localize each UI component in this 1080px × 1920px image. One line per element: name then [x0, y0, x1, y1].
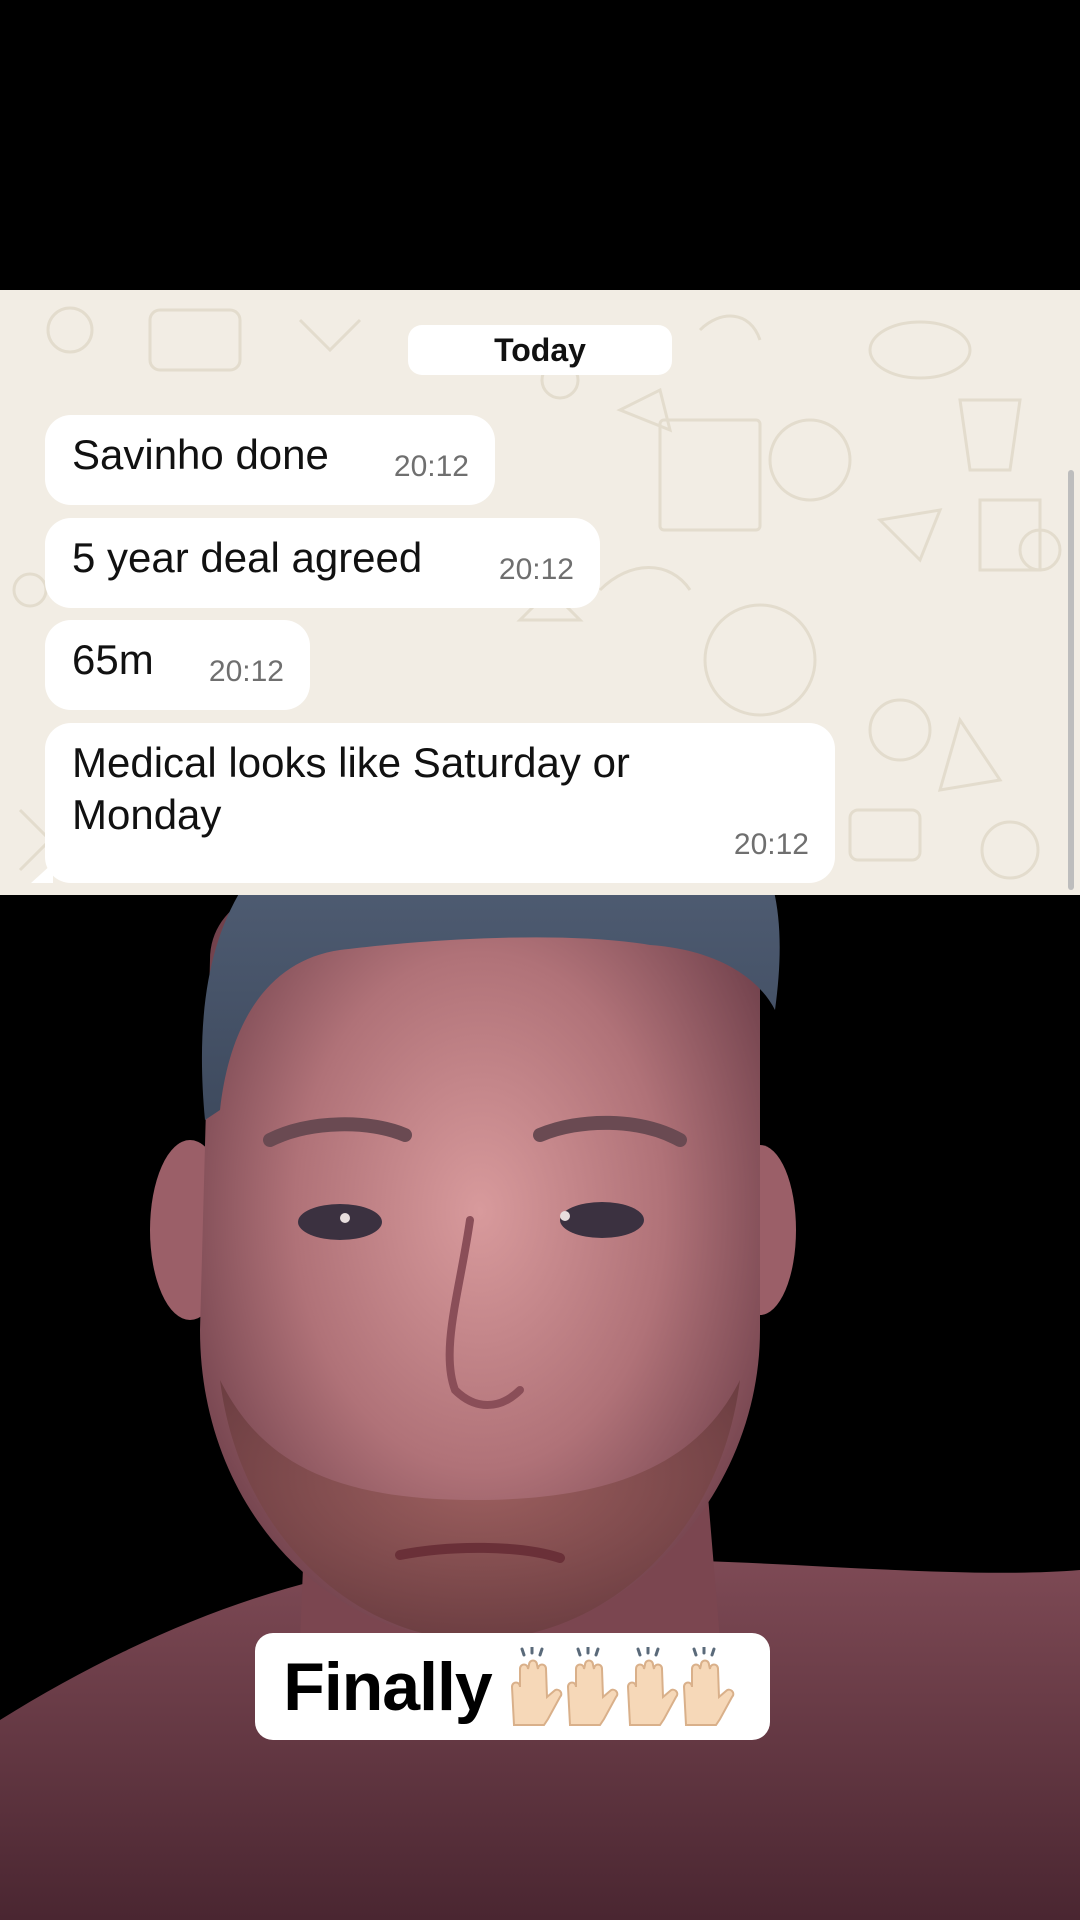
message-text: 65m [72, 636, 154, 683]
webcam-video [0, 778, 1080, 1920]
message-text: 5 year deal agreed [72, 534, 423, 581]
message-text-line-2: Monday [72, 791, 222, 838]
message-bubble[interactable]: Medical looks like Saturday or Monday 20… [31, 723, 835, 883]
message-bubble[interactable]: 65m 20:12 [45, 620, 310, 710]
caption-text: Finally [283, 1648, 492, 1725]
message-bubble[interactable]: 5 year deal agreed 20:12 [45, 518, 600, 608]
chat-screenshot: Today Savinho done 20:12 5 year deal agr… [0, 290, 1080, 895]
message-timestamp: 20:12 [208, 655, 284, 688]
message-bubble[interactable]: Savinho done 20:12 [45, 415, 495, 505]
scrollbar[interactable] [1068, 470, 1074, 890]
caption-box: Finally [255, 1633, 770, 1740]
video-frame: Today Savinho done 20:12 5 year deal agr… [0, 0, 1080, 1920]
message-text: Savinho done [72, 431, 329, 478]
date-separator: Today [408, 325, 672, 375]
raised-hands-icon [504, 1646, 742, 1727]
message-timestamp: 20:12 [393, 450, 469, 483]
message-timestamp: 20:12 [498, 553, 574, 586]
message-text-line-1: Medical looks like Saturday or [72, 739, 630, 786]
message-timestamp: 20:12 [733, 828, 809, 861]
